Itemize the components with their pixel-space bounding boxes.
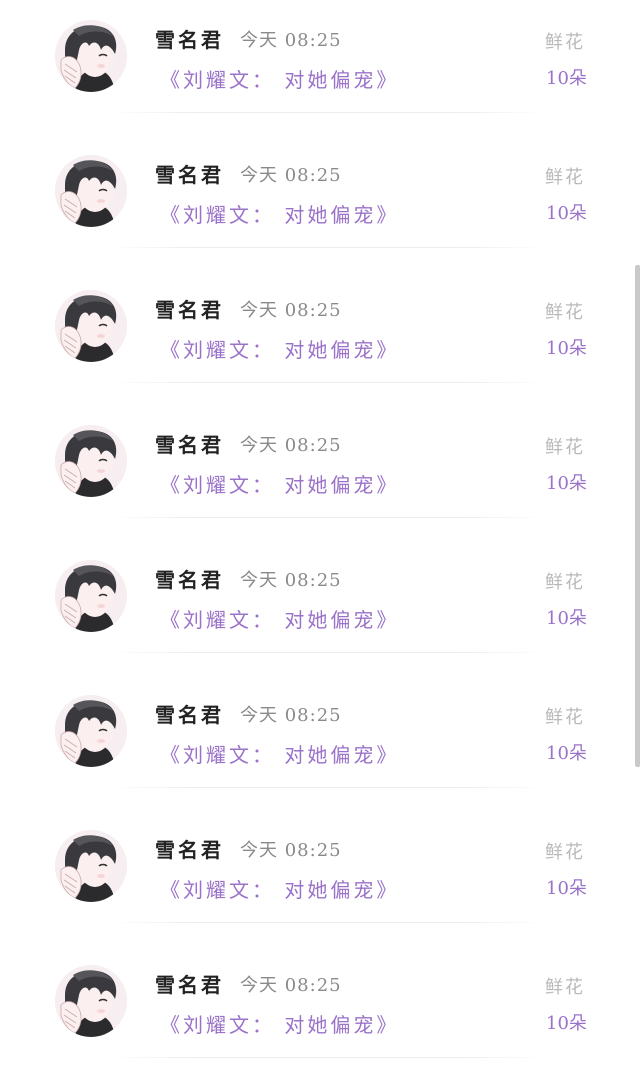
list-item[interactable]: 雪名君 今天 08:25 《刘耀文： 对她偏宠》 鲜花 10朵 [0,540,640,675]
list-item[interactable]: 雪名君 今天 08:25 《刘耀文： 对她偏宠》 鲜花 10朵 [0,405,640,540]
book-title-link[interactable]: 《刘耀文： 对她偏宠》 [160,64,399,93]
timestamp: 今天 08:25 [240,300,342,321]
gift-count: 10朵 [546,743,587,764]
gift-type-label: 鲜花 [545,977,585,998]
book-title-link[interactable]: 《刘耀文： 对她偏宠》 [160,469,399,498]
gift-count: 10朵 [546,1013,587,1034]
avatar-icon[interactable] [55,695,127,767]
user-name[interactable]: 雪名君 [155,159,224,188]
timestamp: 今天 08:25 [240,975,342,996]
divider [110,652,545,653]
timestamp: 今天 08:25 [240,165,342,186]
avatar-icon[interactable] [55,830,127,902]
gift-count: 10朵 [546,68,587,89]
timestamp: 今天 08:25 [240,840,342,861]
gift-type-label: 鲜花 [545,437,585,458]
list-item[interactable]: 雪名君 今天 08:25 《刘耀文： 对她偏宠》 鲜花 10朵 [0,945,640,1080]
gift-count: 10朵 [546,878,587,899]
list-item[interactable]: 雪名君 今天 08:25 《刘耀文： 对她偏宠》 鲜花 10朵 [0,0,640,135]
divider [110,922,545,923]
gift-type-label: 鲜花 [545,707,585,728]
gift-type-label: 鲜花 [545,32,585,53]
user-name[interactable]: 雪名君 [155,969,224,998]
book-title-link[interactable]: 《刘耀文： 对她偏宠》 [160,1009,399,1038]
timestamp: 今天 08:25 [240,435,342,456]
gift-type-label: 鲜花 [545,842,585,863]
gift-type-label: 鲜花 [545,572,585,593]
book-title-link[interactable]: 《刘耀文： 对她偏宠》 [160,739,399,768]
gift-record-list: 雪名君 今天 08:25 《刘耀文： 对她偏宠》 鲜花 10朵 雪名君 今天 0… [0,0,640,1080]
book-title-link[interactable]: 《刘耀文： 对她偏宠》 [160,334,399,363]
user-name[interactable]: 雪名君 [155,429,224,458]
divider [110,247,545,248]
avatar-icon[interactable] [55,290,127,362]
timestamp: 今天 08:25 [240,30,342,51]
avatar-icon[interactable] [55,560,127,632]
gift-type-label: 鲜花 [545,302,585,323]
user-name[interactable]: 雪名君 [155,699,224,728]
list-item[interactable]: 雪名君 今天 08:25 《刘耀文： 对她偏宠》 鲜花 10朵 [0,810,640,945]
user-name[interactable]: 雪名君 [155,24,224,53]
gift-type-label: 鲜花 [545,167,585,188]
gift-count: 10朵 [546,203,587,224]
gift-count: 10朵 [546,608,587,629]
timestamp: 今天 08:25 [240,705,342,726]
book-title-link[interactable]: 《刘耀文： 对她偏宠》 [160,199,399,228]
user-name[interactable]: 雪名君 [155,294,224,323]
avatar-icon[interactable] [55,20,127,92]
gift-count: 10朵 [546,338,587,359]
divider [110,517,545,518]
avatar-icon[interactable] [55,965,127,1037]
timestamp: 今天 08:25 [240,570,342,591]
divider [110,787,545,788]
list-item[interactable]: 雪名君 今天 08:25 《刘耀文： 对她偏宠》 鲜花 10朵 [0,675,640,810]
book-title-link[interactable]: 《刘耀文： 对她偏宠》 [160,604,399,633]
avatar-icon[interactable] [55,425,127,497]
avatar-icon[interactable] [55,155,127,227]
divider [110,1057,545,1058]
divider [110,382,545,383]
user-name[interactable]: 雪名君 [155,564,224,593]
divider [110,112,545,113]
user-name[interactable]: 雪名君 [155,834,224,863]
list-item[interactable]: 雪名君 今天 08:25 《刘耀文： 对她偏宠》 鲜花 10朵 [0,270,640,405]
list-item[interactable]: 雪名君 今天 08:25 《刘耀文： 对她偏宠》 鲜花 10朵 [0,135,640,270]
scrollbar[interactable] [635,265,640,767]
gift-count: 10朵 [546,473,587,494]
book-title-link[interactable]: 《刘耀文： 对她偏宠》 [160,874,399,903]
